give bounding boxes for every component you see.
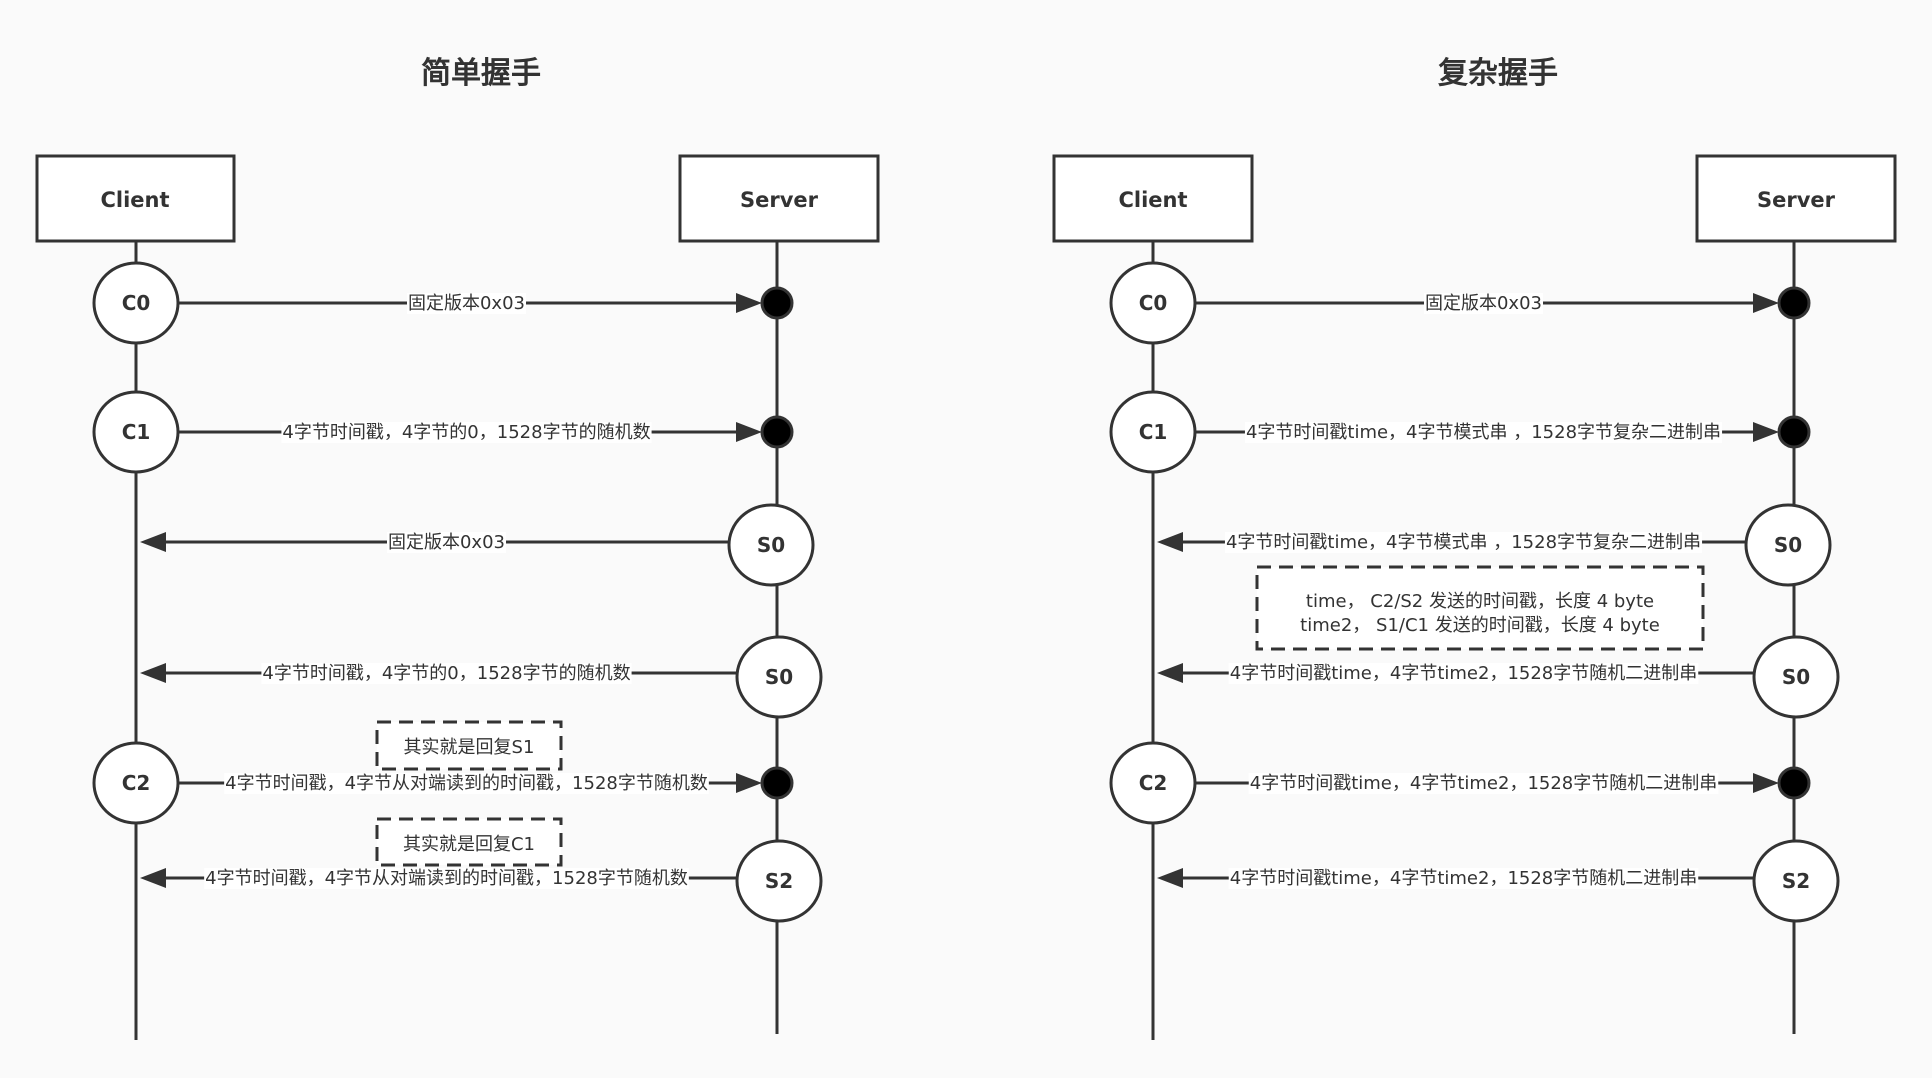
step-s0: 4字节时间戳，4字节的0，1528字节的随机数 S0: [140, 635, 823, 719]
arrowhead-icon: [1157, 532, 1183, 552]
server-label: Server: [740, 188, 819, 212]
arrowhead-icon: [1753, 293, 1779, 313]
arrowhead-icon: [736, 773, 762, 793]
receive-dot: [1777, 415, 1811, 449]
complex-handshake-diagram: 复杂握手 Client Server 固定版本0x03 C0 4字节时间戳time，…: [1052, 56, 1897, 1040]
message-label: 4字节时间戳time，4字节模式串 ，1528字节复杂二进制串: [1246, 422, 1721, 443]
receive-dot: [760, 286, 794, 320]
message-label: 4字节时间戳，4字节从对端读到的时间戳，1528字节随机数: [205, 868, 688, 889]
message-label: 4字节时间戳time，4字节time2，1528字节随机二进制串: [1230, 868, 1698, 889]
receive-dot: [1777, 766, 1811, 800]
message-label: 4字节时间戳，4字节的0，1528字节的随机数: [282, 422, 650, 443]
step-c2: 4字节时间戳time，4字节time2，1528字节随机二进制串 C2: [1109, 741, 1811, 825]
node-label: C1: [122, 420, 151, 444]
arrowhead-icon: [1753, 773, 1779, 793]
step-c0: 固定版本0x03 C0: [92, 261, 794, 345]
client-actor: Client: [35, 154, 236, 243]
note-text: 其实就是回复S1: [404, 737, 535, 758]
node-label: S0: [765, 665, 793, 689]
arrowhead-icon: [736, 422, 762, 442]
node-label: C0: [1139, 291, 1168, 315]
note-text: 其实就是回复C1: [403, 834, 535, 855]
arrowhead-icon: [1157, 663, 1183, 683]
node-label: C2: [122, 771, 151, 795]
message-label: 固定版本0x03: [408, 293, 525, 314]
receive-dot: [1777, 286, 1811, 320]
message-label: 4字节时间戳time，4字节time2，1528字节随机二进制串: [1230, 663, 1698, 684]
server-actor: Server: [1695, 154, 1897, 243]
arrowhead-icon: [1157, 868, 1183, 888]
server-actor: Server: [678, 154, 880, 243]
message-label: 固定版本0x03: [1425, 293, 1542, 314]
note-line-time: time， C2/S2 发送的时间戳，长度 4 byte: [1306, 591, 1654, 612]
message-label: 4字节时间戳，4字节从对端读到的时间戳，1528字节随机数: [225, 773, 708, 794]
node-label: S2: [765, 869, 793, 893]
node-label: S0: [757, 533, 785, 557]
arrowhead-icon: [140, 532, 166, 552]
client-label: Client: [100, 188, 169, 212]
message-label: 4字节时间戳time，4字节模式串 ，1528字节复杂二进制串: [1226, 532, 1701, 553]
step-s2: 4字节时间戳time，4字节time2，1528字节随机二进制串 S2: [1157, 839, 1840, 923]
note-reply-s1: 其实就是回复S1: [375, 720, 563, 771]
arrowhead-icon: [140, 663, 166, 683]
arrowhead-icon: [140, 868, 166, 888]
node-label: S2: [1782, 869, 1810, 893]
step-s0: 固定版本0x03 S0: [140, 503, 815, 587]
diagram-title: 简单握手: [421, 56, 541, 91]
arrowhead-icon: [1753, 422, 1779, 442]
note-line-time2: time2， S1/C1 发送的时间戳，长度 4 byte: [1300, 615, 1660, 636]
simple-handshake-diagram: 简单握手 Client Server 固定版本0x03 C0 4字节时间戳，4字节的…: [35, 56, 880, 1040]
node-label: C0: [122, 291, 151, 315]
handshake-diagram-canvas: 简单握手 Client Server 固定版本0x03 C0 4字节时间戳，4字节的…: [35, 56, 1897, 1040]
step-c1: 4字节时间戳time，4字节模式串 ，1528字节复杂二进制串 C1: [1109, 390, 1811, 474]
step-c1: 4字节时间戳，4字节的0，1528字节的随机数 C1: [92, 390, 794, 474]
node-label: S0: [1782, 665, 1810, 689]
node-label: C2: [1139, 771, 1168, 795]
note-time-definitions: time， C2/S2 发送的时间戳，长度 4 byte time2， S1/C…: [1255, 565, 1705, 651]
note-reply-c1: 其实就是回复C1: [375, 817, 563, 867]
message-label: 4字节时间戳time，4字节time2，1528字节随机二进制串: [1250, 773, 1718, 794]
server-label: Server: [1757, 188, 1836, 212]
node-label: S0: [1774, 533, 1802, 557]
step-c0: 固定版本0x03 C0: [1109, 261, 1811, 345]
client-label: Client: [1118, 188, 1187, 212]
message-label: 固定版本0x03: [388, 532, 505, 553]
arrowhead-icon: [736, 293, 762, 313]
receive-dot: [760, 766, 794, 800]
diagram-title: 复杂握手: [1438, 56, 1558, 91]
message-label: 4字节时间戳，4字节的0，1528字节的随机数: [262, 663, 630, 684]
client-actor: Client: [1052, 154, 1254, 243]
node-label: C1: [1139, 420, 1168, 444]
receive-dot: [760, 415, 794, 449]
